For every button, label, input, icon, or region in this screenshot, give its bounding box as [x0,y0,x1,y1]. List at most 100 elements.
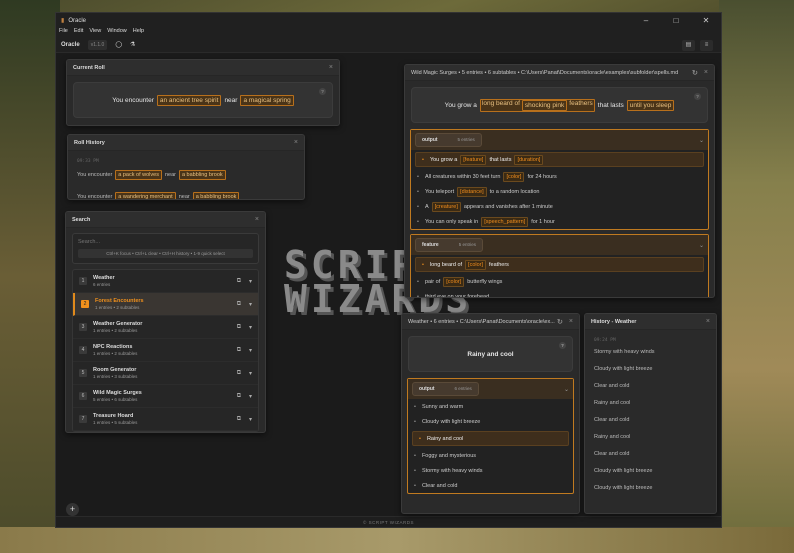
result-tag[interactable]: feathers [569,100,593,111]
maximize-button[interactable]: □ [661,16,691,25]
entry-row[interactable]: • Stormy with heavy winds [408,463,573,478]
layout-icon[interactable]: ▤ [682,40,695,51]
reroll-icon[interactable]: ↻ [692,69,698,77]
history-row[interactable]: Clear and cold [594,451,707,457]
open-external-icon[interactable]: ⧉ [237,324,241,331]
chevron-down-icon[interactable]: ▾ [249,324,252,331]
help-icon[interactable]: ? [559,342,566,349]
section-header[interactable]: output 6 entries ⌄ [408,379,573,399]
history-row[interactable]: Cloudy with light breeze [594,485,707,491]
menu-window[interactable]: Window [107,28,127,37]
entry-row[interactable]: • You grow a [feature] that lasts [duration] [415,152,704,167]
close-window-button[interactable]: ✕ [691,16,721,25]
current-roll-panel: Current Roll × ? You encounter an ancient… [66,59,340,126]
history-row[interactable]: Stormy with heavy winds [594,349,707,355]
bullet-icon: • [414,452,416,459]
history-row[interactable]: Cloudy with light breeze [594,366,707,372]
menu-icon[interactable]: ≡ [700,40,713,51]
bullet-icon: • [417,293,419,298]
open-external-icon[interactable]: ⧉ [237,301,241,308]
result-tag[interactable]: a magical spring [240,94,294,106]
result-tag[interactable]: shocking pink [521,99,568,111]
menu-edit[interactable]: Edit [74,28,83,37]
entry-row[interactable]: • Foggy and mysterious [408,448,573,463]
history-row[interactable]: Clear and cold [594,417,707,423]
add-button[interactable]: + [66,503,79,516]
entry-text: that lasts [489,156,512,163]
help-icon[interactable]: ? [319,88,326,95]
output-section: output 5 entries ⌄ • You grow a [feature] tha… [410,129,709,230]
entry-row[interactable]: • You can only speak in [speech_pattern] fo… [411,214,708,229]
item-actions: ⧉ ▾ [237,347,252,354]
menu-file[interactable]: File [59,28,68,37]
close-icon[interactable]: × [569,318,573,325]
chevron-down-icon[interactable]: ▾ [249,278,252,285]
history-row[interactable]: You encounter a pack of wolves near a babbl… [77,170,295,180]
entry-row[interactable]: • All creatures within 30 feet turn [color… [411,169,708,184]
chevron-down-icon[interactable]: ⌄ [699,242,704,249]
menu-view[interactable]: View [89,28,101,37]
close-icon[interactable]: × [294,139,298,146]
item-text: Room Generator 1 entries • 3 subtables [93,367,137,379]
list-item[interactable]: 1 Weather 6 entries ⧉ ▾ [73,270,258,293]
item-text: Weather Generator 1 entries • 2 subtables [93,321,142,333]
close-icon[interactable]: × [704,69,708,76]
list-item[interactable]: 7 Treasure Hoard 1 entries • 5 subtables ⧉ ▾ [73,408,258,431]
close-icon[interactable]: × [255,216,259,223]
entry-row[interactable]: • Clear and cold [408,478,573,493]
entry-row[interactable]: • third eye on your forehead [411,289,708,298]
chevron-down-icon[interactable]: ⌄ [699,137,704,144]
entry-row[interactable]: • Rainy and cool [412,431,569,446]
entry-row[interactable]: • Cloudy with light breeze [408,414,573,429]
chevron-down-icon[interactable]: ⌄ [564,386,569,393]
section-header[interactable]: output 5 entries ⌄ [411,130,708,150]
entry-row[interactable]: • Sunny and warm [408,399,573,414]
github-icon[interactable]: ◯ [115,41,122,48]
reroll-icon[interactable]: ↻ [557,318,563,326]
chevron-down-icon[interactable]: ▾ [249,301,252,308]
chevron-down-icon[interactable]: ▾ [249,393,252,400]
item-subtitle: 1 entries • 5 subtables [93,420,138,425]
chevron-down-icon[interactable]: ▾ [249,416,252,423]
section-header[interactable]: feature 5 entries ⌄ [411,235,708,255]
toolbar: Oracle v1.1.0 ◯ ⚗ [56,37,721,53]
item-name: Treasure Hoard [93,413,134,419]
close-icon[interactable]: × [329,64,333,71]
entry-row[interactable]: • pair of [color] butterfly wings [411,274,708,289]
history-row[interactable]: Cloudy with light breeze [594,468,707,474]
item-name: NPC Reactions [93,344,133,350]
list-item[interactable]: 3 Weather Generator 1 entries • 2 subtable… [73,316,258,339]
close-icon[interactable]: × [706,318,710,325]
chevron-down-icon[interactable]: ▾ [249,347,252,354]
entry-text: Cloudy with light breeze [421,418,481,425]
panel-title: Weather • 6 entries • C:\Users\Panat\Doc… [408,318,555,325]
bullet-icon: • [414,467,416,474]
entry-reference: [color] [465,259,487,270]
history-row[interactable]: Clear and cold [594,383,707,389]
history-row[interactable]: You encounter a wandering merchant near a b… [77,192,295,200]
open-external-icon[interactable]: ⧉ [237,416,241,423]
text: near [178,194,190,200]
minimize-button[interactable]: – [631,16,661,25]
result-tag[interactable]: long beard of [482,100,520,111]
open-external-icon[interactable]: ⧉ [237,393,241,400]
search-input[interactable] [78,239,253,245]
result-tag[interactable]: until you sleep [626,99,675,111]
flask-icon[interactable]: ⚗ [130,41,135,48]
entry-row[interactable]: • long beard of [color] feathers [415,257,704,272]
help-icon[interactable]: ? [694,93,701,100]
result-tag[interactable]: an ancient tree spirit [156,94,222,106]
chevron-down-icon[interactable]: ▾ [249,370,252,377]
open-external-icon[interactable]: ⧉ [237,278,241,285]
list-item[interactable]: 2 Forest Encounters 1 entries • 2 subtable… [73,293,258,316]
list-item[interactable]: 6 Wild Magic Surges 5 entries • 6 subtable… [73,385,258,408]
entry-row[interactable]: • You teleport [distance] to a random locat… [411,184,708,199]
open-external-icon[interactable]: ⧉ [237,370,241,377]
list-item[interactable]: 4 NPC Reactions 1 entries • 2 subtables ⧉ ▾ [73,339,258,362]
history-row[interactable]: Rainy and cool [594,434,707,440]
open-external-icon[interactable]: ⧉ [237,347,241,354]
history-row[interactable]: Rainy and cool [594,400,707,406]
menu-help[interactable]: Help [133,28,144,37]
entry-row[interactable]: • A [creature] appears and vanishes after 1… [411,199,708,214]
list-item[interactable]: 5 Room Generator 1 entries • 3 subtables ⧉ ▾ [73,362,258,385]
